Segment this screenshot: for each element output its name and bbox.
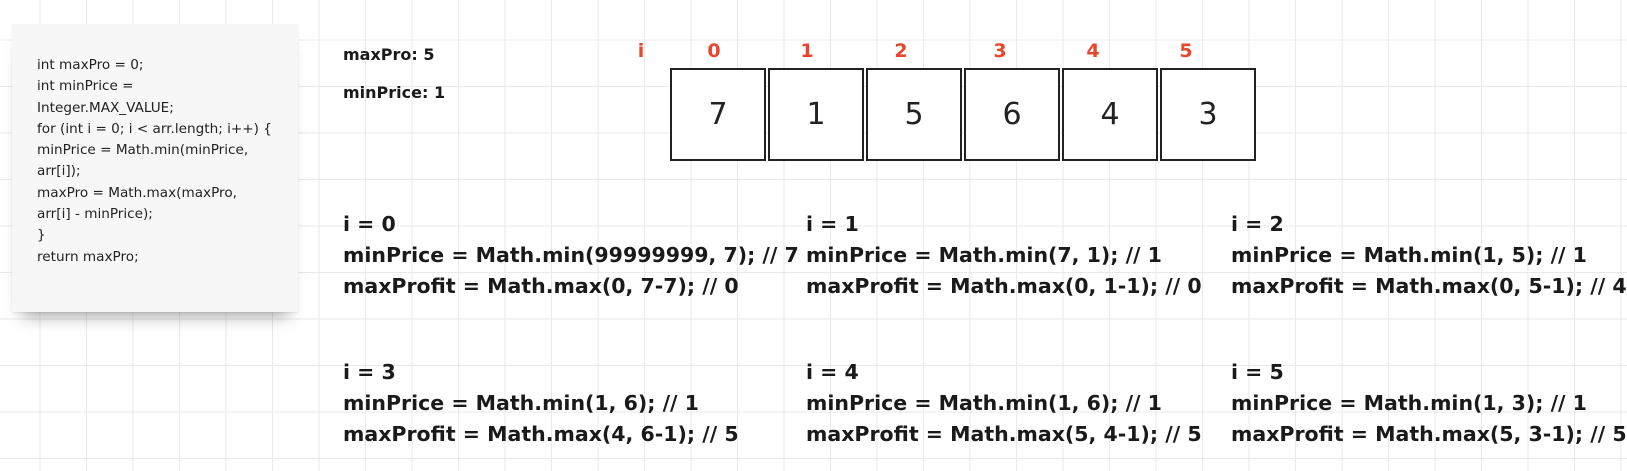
array-cell[interactable]: 4: [1062, 68, 1158, 161]
index-label-2[interactable]: 2: [881, 40, 921, 62]
array-cell[interactable]: 3: [1160, 68, 1256, 161]
step-max-line: maxProfit = Math.max(5, 4-1); // 5: [806, 422, 1202, 446]
step-index: i = 1: [806, 212, 859, 236]
index-label-0[interactable]: 0: [694, 40, 734, 62]
code-line: minPrice = Math.min(minPrice,: [37, 142, 249, 159]
code-line: Integer.MAX_VALUE;: [37, 99, 174, 116]
iteration-step-0[interactable]: i = 0 minPrice = Math.min(99999999, 7); …: [343, 209, 799, 302]
code-line: return maxPro;: [37, 248, 139, 265]
array-cell[interactable]: 7: [670, 68, 766, 161]
index-label-5[interactable]: 5: [1166, 40, 1206, 62]
index-label-4[interactable]: 4: [1073, 40, 1113, 62]
max-pro-label[interactable]: maxPro: 5: [343, 45, 435, 64]
index-header-label[interactable]: i: [621, 40, 661, 62]
code-line: for (int i = 0; i < arr.length; i++) {: [37, 120, 272, 137]
step-index: i = 0: [343, 212, 396, 236]
code-sticky-note[interactable]: int maxPro = 0; int minPrice = Integer.M…: [12, 24, 298, 312]
step-min-line: minPrice = Math.min(7, 1); // 1: [806, 243, 1162, 267]
step-min-line: minPrice = Math.min(1, 6); // 1: [343, 391, 699, 415]
array-cell[interactable]: 6: [964, 68, 1060, 161]
index-label-1[interactable]: 1: [787, 40, 827, 62]
iteration-step-2[interactable]: i = 2 minPrice = Math.min(1, 5); // 1 ma…: [1231, 209, 1627, 302]
step-index: i = 2: [1231, 212, 1284, 236]
step-max-line: maxProfit = Math.max(0, 5-1); // 4: [1231, 274, 1627, 298]
array-boxes: 7 1 5 6 4 3: [670, 68, 1258, 161]
step-min-line: minPrice = Math.min(1, 3); // 1: [1231, 391, 1587, 415]
code-block: int maxPro = 0; int minPrice = Integer.M…: [37, 55, 287, 268]
min-price-label[interactable]: minPrice: 1: [343, 83, 445, 102]
iteration-step-5[interactable]: i = 5 minPrice = Math.min(1, 3); // 1 ma…: [1231, 357, 1627, 450]
code-line: arr[i]);: [37, 163, 81, 180]
step-index: i = 3: [343, 360, 396, 384]
code-line: int minPrice =: [37, 78, 134, 95]
code-line: int maxPro = 0;: [37, 57, 144, 73]
step-min-line: minPrice = Math.min(1, 6); // 1: [806, 391, 1162, 415]
step-max-line: maxProfit = Math.max(0, 1-1); // 0: [806, 274, 1202, 298]
step-min-line: minPrice = Math.min(99999999, 7); // 7: [343, 243, 799, 267]
array-cell[interactable]: 5: [866, 68, 962, 161]
iteration-step-3[interactable]: i = 3 minPrice = Math.min(1, 6); // 1 ma…: [343, 357, 739, 450]
iteration-step-4[interactable]: i = 4 minPrice = Math.min(1, 6); // 1 ma…: [806, 357, 1202, 450]
code-line: maxPro = Math.max(maxPro,: [37, 184, 237, 201]
array-cell[interactable]: 1: [768, 68, 864, 161]
step-max-line: maxProfit = Math.max(4, 6-1); // 5: [343, 422, 739, 446]
step-max-line: maxProfit = Math.max(0, 7-7); // 0: [343, 274, 739, 298]
step-max-line: maxProfit = Math.max(5, 3-1); // 5: [1231, 422, 1627, 446]
iteration-step-1[interactable]: i = 1 minPrice = Math.min(7, 1); // 1 ma…: [806, 209, 1202, 302]
step-index: i = 5: [1231, 360, 1284, 384]
step-min-line: minPrice = Math.min(1, 5); // 1: [1231, 243, 1587, 267]
step-index: i = 4: [806, 360, 859, 384]
index-label-3[interactable]: 3: [980, 40, 1020, 62]
code-line: arr[i] - minPrice);: [37, 206, 153, 223]
code-line: }: [37, 227, 46, 244]
